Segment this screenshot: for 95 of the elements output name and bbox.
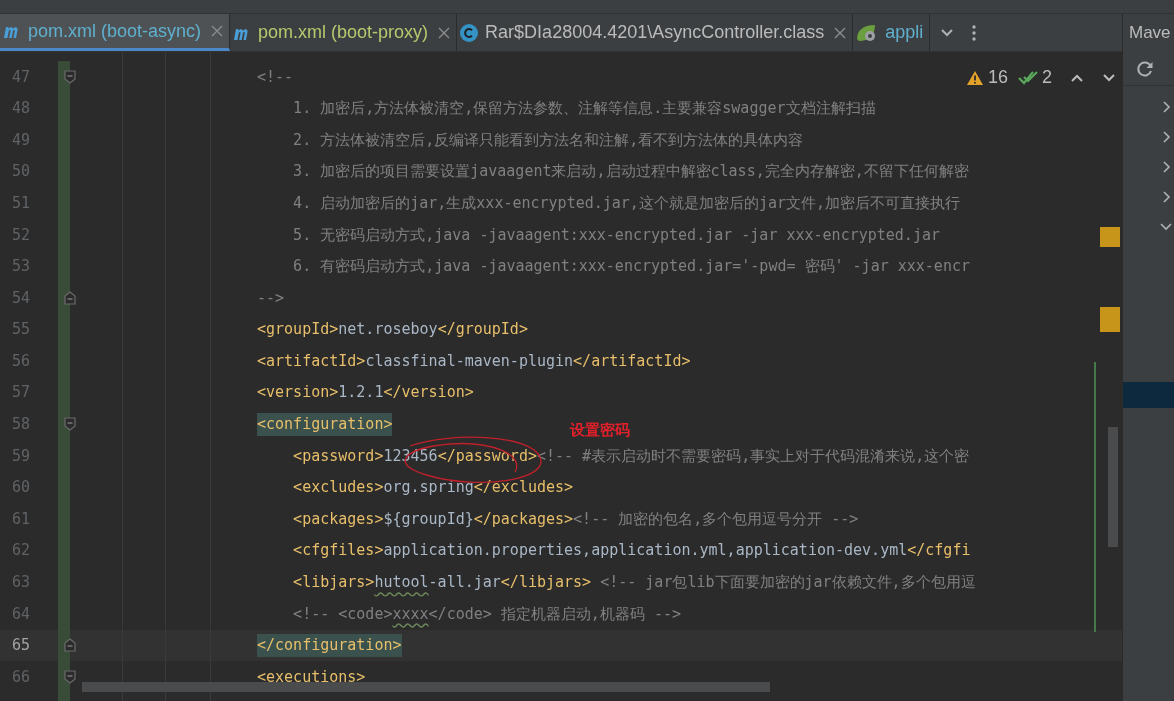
line-number: 56	[10, 350, 30, 372]
code-tag: </groupId>	[437, 318, 528, 341]
annotation-label: 设置密码	[570, 420, 630, 440]
code-tag: <configuration>	[257, 413, 393, 436]
code-comment: 5. 无密码启动方式,java -javaagent:xxx-encrypted.jar -jar xxx-encrypted.jar	[292, 224, 940, 246]
line-number: 66	[10, 666, 30, 688]
code-text: net.roseboy	[338, 319, 438, 341]
code-tag: </packages>	[473, 507, 574, 531]
code-comment: 4. 启动加密后的jar,生成xxx-encrypted.jar,这个就是加密后的jar文件,加密后不可直接执行	[292, 192, 960, 214]
more-icon[interactable]	[972, 24, 977, 41]
code-comment: 1. 加密后,方法体被清空,保留方法参数、注解等信息.主要兼容swagger文档注解扫描	[292, 98, 876, 120]
line-number: 55	[10, 319, 30, 341]
line-number: 52	[10, 224, 30, 246]
code-tag: <executions>	[257, 665, 366, 689]
line-number: 51	[10, 192, 30, 214]
panel-title: Mave	[1128, 22, 1172, 45]
chevron-down-icon[interactable]	[940, 27, 955, 38]
warning-icon[interactable]	[965, 69, 984, 86]
check-count: 2	[1042, 66, 1052, 89]
error-stripe-marker	[1100, 227, 1120, 247]
code-text: hutool	[374, 572, 429, 594]
code-comment: <!-- 加密的包名,多个包用逗号分开 -->	[573, 508, 859, 530]
code-text: org.spring	[383, 477, 474, 499]
tab-label: Rar$DIa28004.4201\AsyncController.class	[485, 21, 825, 44]
fold-icon[interactable]	[64, 290, 76, 305]
line-number: 60	[10, 477, 30, 499]
fold-icon[interactable]	[64, 638, 76, 653]
code-comment: </code> 指定机器启动,机器码 -->	[428, 603, 681, 625]
chevron-right-icon[interactable]	[1162, 191, 1172, 203]
warning-count: 16	[987, 66, 1008, 89]
tab-label: pom.xml (boot-async)	[28, 19, 202, 43]
code-text: application.properties,application.yml,application-dev.yml	[383, 540, 908, 562]
code-tag: <libjars>	[257, 571, 375, 594]
editor-tab[interactable]: pom.xml (boot-async)	[0, 14, 231, 51]
code-tag: </artifactId>	[573, 349, 691, 373]
code-tag: </excludes>	[473, 476, 574, 499]
chevron-down-icon[interactable]	[1102, 72, 1116, 83]
editor-tab[interactable]: pom.xml (boot-proxy)	[230, 14, 458, 51]
chevron-right-icon[interactable]	[1162, 101, 1172, 113]
double-check-icon[interactable]	[1018, 69, 1038, 86]
line-number: 61	[10, 508, 30, 530]
code-tag: <groupId>	[257, 318, 339, 341]
code-comment: <!--	[257, 66, 294, 88]
code-tag: <password>	[257, 444, 384, 468]
code-tag: <cfgfiles>	[257, 539, 384, 562]
line-number: 50	[10, 161, 30, 183]
line-number: 58	[10, 414, 30, 436]
code-tag: </cfgfi	[907, 539, 971, 562]
chevron-down-icon[interactable]	[1160, 222, 1172, 232]
chevron-right-icon[interactable]	[1162, 161, 1172, 173]
error-stripe-marker	[1100, 307, 1120, 332]
code-comment: 3. 加密后的项目需要设置javaagent来启动,启动过程中解密class,完全内存解密,不留下任何解密	[292, 161, 969, 183]
line-number: 48	[10, 98, 30, 120]
code-text: -all.jar	[428, 572, 501, 594]
code-tag: <version>	[257, 381, 339, 404]
code-tag: <packages>	[257, 507, 384, 531]
fold-icon[interactable]	[64, 670, 76, 685]
line-number: 63	[10, 572, 30, 594]
code-comment: 6. 有密码启动方式,java -javaagent:xxx-encrypted.jar='-pwd= 密码' -jar xxx-encr	[292, 256, 970, 278]
editor-tab[interactable]: Rar$DIa28004.4201\AsyncController.class	[457, 14, 854, 51]
line-number: 57	[10, 382, 30, 404]
line-number: 59	[10, 445, 30, 467]
tab-label: pom.xml (boot-proxy)	[258, 21, 429, 44]
editor-tab[interactable]: appli	[853, 14, 931, 51]
refresh-icon[interactable]	[1135, 58, 1155, 79]
line-number: 65	[10, 635, 30, 657]
close-icon[interactable]	[834, 26, 847, 39]
code-tag: </configuration>	[257, 634, 402, 657]
line-number: 62	[10, 540, 30, 562]
code-comment: xxxx	[392, 603, 429, 625]
code-tag: </libjars>	[500, 571, 592, 594]
scrollbar-thumb[interactable]	[1108, 427, 1118, 547]
close-icon[interactable]	[438, 26, 451, 39]
line-number: 64	[10, 603, 30, 625]
code-comment: 2. 方法体被清空后,反编译只能看到方法名和注解,看不到方法体的具体内容	[292, 129, 804, 151]
code-text: classfinal-maven-plugin	[365, 350, 574, 372]
scrollbar-thumb[interactable]	[82, 682, 770, 692]
fold-icon[interactable]	[64, 69, 76, 84]
chevron-right-icon[interactable]	[1162, 131, 1172, 143]
code-tag: <artifactId>	[257, 349, 366, 373]
class-icon	[459, 22, 480, 43]
fold-icon[interactable]	[64, 417, 76, 432]
tab-label: appli	[885, 21, 924, 44]
code-text: 1.2.1	[338, 382, 384, 404]
code-comment: -->	[257, 287, 285, 309]
line-number: 54	[10, 287, 30, 309]
line-number: 49	[10, 129, 30, 151]
chevron-up-icon[interactable]	[1070, 72, 1084, 83]
code-tag: <excludes>	[257, 476, 384, 499]
code-tag: </version>	[383, 381, 474, 404]
code-comment: <!-- <code>	[292, 603, 393, 625]
line-number: 53	[10, 256, 30, 278]
line-number: 47	[10, 66, 30, 88]
code-comment: <!-- jar包lib下面要加密的jar依赖文件,多个包用逗	[599, 572, 976, 594]
code-text: ${groupId}	[383, 508, 474, 530]
